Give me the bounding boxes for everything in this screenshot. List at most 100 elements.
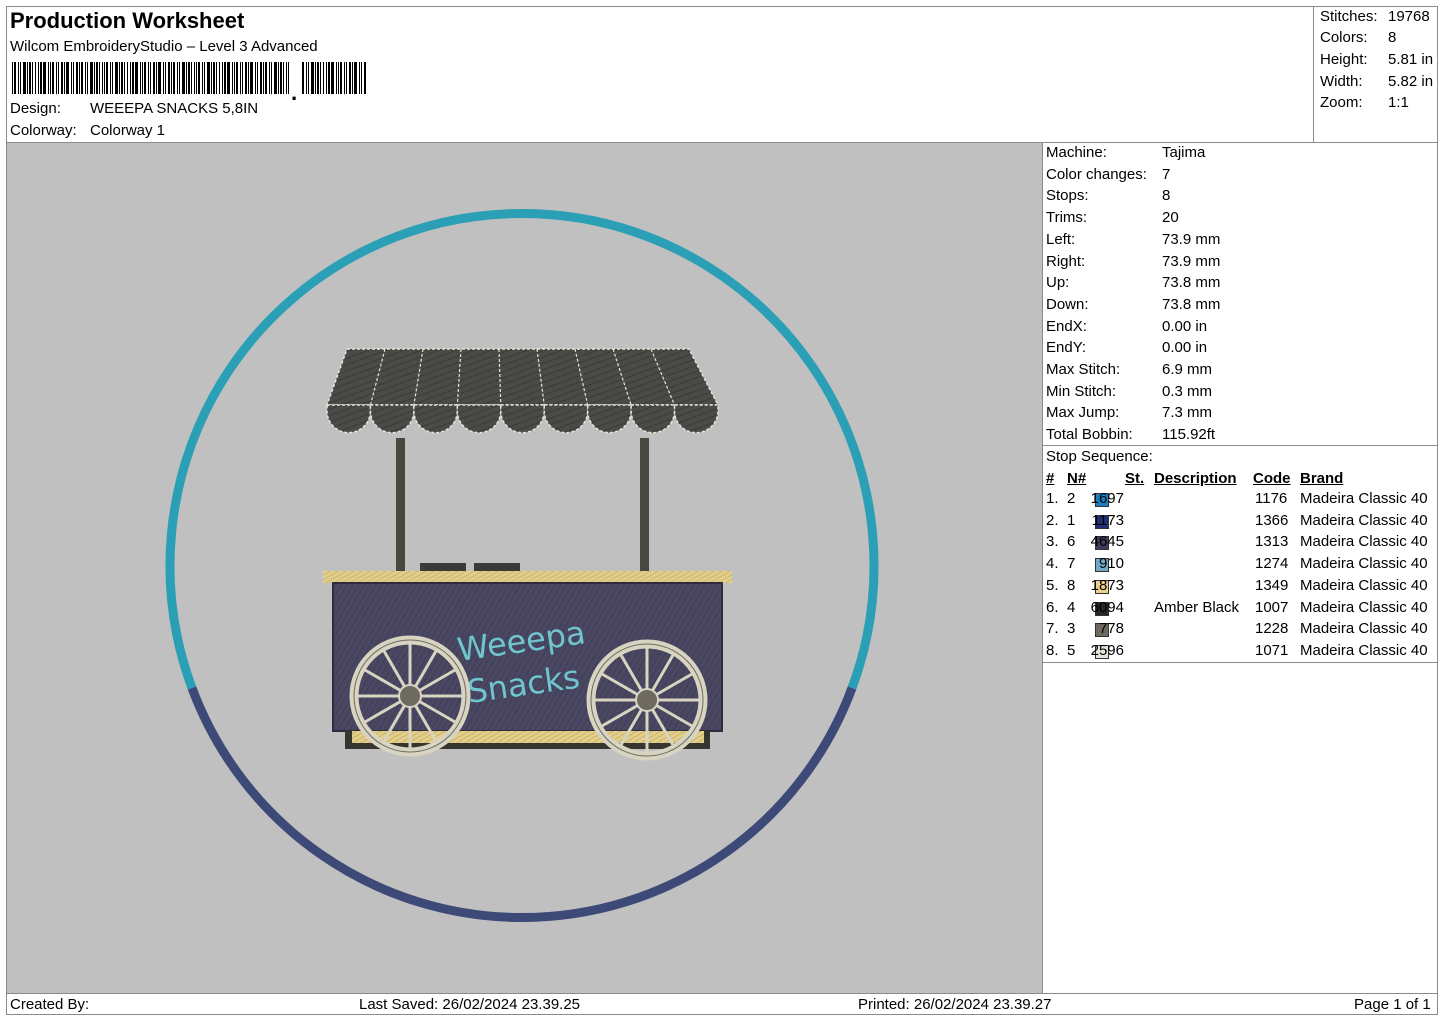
machine-info-value: 73.9 mm bbox=[1162, 230, 1221, 248]
stop-sequence-label: Stop Sequence: bbox=[1046, 448, 1153, 465]
machine-info-value: 73.8 mm bbox=[1162, 295, 1221, 313]
zoom-value: 1:1 bbox=[1388, 94, 1409, 111]
col-header-index: # bbox=[1046, 470, 1055, 487]
stop-needle: 3 bbox=[1067, 620, 1076, 638]
colorway-row: Colorway: Colorway 1 bbox=[10, 122, 410, 142]
stop-stitches: 1173 bbox=[1091, 511, 1124, 529]
stop-code: 1071 bbox=[1255, 641, 1289, 659]
machine-info-value: 0.3 mm bbox=[1162, 382, 1213, 400]
stop-needle: 7 bbox=[1067, 555, 1076, 573]
stop-sequence-row: 6. 4 6094 Amber Black 1007 Madeira Classic 40 bbox=[1043, 599, 1438, 620]
worksheet-footer: Created By: Last Saved: 26/02/2024 23.39… bbox=[6, 993, 1438, 1016]
machine-info-value: 0.00 in bbox=[1162, 317, 1208, 335]
awning-scallop bbox=[456, 404, 502, 434]
design-row: Design: WEEEPA SNACKS 5,8IN bbox=[10, 100, 410, 120]
machine-info-label: Machine: bbox=[1046, 144, 1107, 161]
stop-index: 8. bbox=[1046, 641, 1059, 659]
machine-info-label: Left: bbox=[1046, 230, 1076, 248]
stop-brand: Madeira Classic 40 bbox=[1300, 620, 1428, 638]
stop-index: 1. bbox=[1046, 490, 1059, 507]
cart-awning bbox=[325, 348, 720, 434]
stop-brand: Madeira Classic 40 bbox=[1300, 511, 1428, 529]
awning-scallop bbox=[673, 404, 719, 434]
col-header-stitches: St. bbox=[1125, 470, 1145, 487]
stop-index: 2. bbox=[1046, 511, 1059, 529]
machine-info-label: EndY: bbox=[1046, 339, 1087, 357]
col-header-brand: Brand bbox=[1300, 470, 1344, 487]
divider bbox=[1043, 662, 1438, 663]
machine-info-label: Color changes: bbox=[1046, 165, 1147, 183]
stop-stitches: 1873 bbox=[1090, 576, 1124, 594]
machine-info-label: Down: bbox=[1046, 295, 1089, 313]
stitches-value: 19768 bbox=[1388, 8, 1430, 25]
cart-wheel-left bbox=[349, 635, 471, 757]
stitches-label: Stitches: bbox=[1320, 8, 1378, 25]
cart-base-trim bbox=[352, 731, 704, 743]
barcode: , bbox=[12, 62, 366, 100]
stop-brand: Madeira Classic 40 bbox=[1300, 641, 1428, 659]
height-value: 5.81 in bbox=[1388, 51, 1434, 68]
stop-sequence-row: 8. 5 2596 1071 Madeira Classic 40 bbox=[1043, 642, 1438, 663]
col-header-needle: N# bbox=[1067, 470, 1087, 487]
colorway-label: Colorway: bbox=[10, 122, 77, 139]
stop-sequence-row: 2. 1 1173 1366 Madeira Classic 40 bbox=[1043, 512, 1438, 533]
stop-code: 1007 bbox=[1255, 598, 1289, 616]
stop-sequence-row: 7. 3 778 1228 Madeira Classic 40 bbox=[1043, 620, 1438, 641]
printed-date: Printed: 26/02/2024 23.39.27 bbox=[858, 996, 1052, 1013]
stop-index: 7. bbox=[1046, 620, 1059, 638]
stop-brand: Madeira Classic 40 bbox=[1300, 555, 1428, 573]
stop-index: 6. bbox=[1046, 598, 1059, 616]
machine-info-label: Max Jump: bbox=[1046, 404, 1120, 422]
stop-sequence-row: 3. 6 4645 1313 Madeira Classic 40 bbox=[1043, 533, 1438, 554]
stop-code: 1228 bbox=[1255, 620, 1289, 638]
design-summary: Stitches: 19768 Colors: 8 Height: 5.81 i… bbox=[1314, 6, 1438, 143]
machine-info-label: Total Bobbin: bbox=[1046, 426, 1133, 444]
stop-stitches: 910 bbox=[1098, 555, 1124, 573]
stop-index: 4. bbox=[1046, 555, 1059, 573]
cart-pole-right bbox=[640, 438, 649, 578]
machine-info-value: 20 bbox=[1162, 209, 1179, 227]
stop-stitches: 6094 bbox=[1090, 598, 1124, 616]
stop-index: 3. bbox=[1046, 533, 1059, 551]
zoom-label: Zoom: bbox=[1320, 94, 1363, 111]
machine-info-value: 73.9 mm bbox=[1162, 252, 1221, 270]
stop-needle: 8 bbox=[1067, 576, 1076, 594]
worksheet-header: Production Worksheet Wilcom EmbroiderySt… bbox=[6, 6, 1314, 143]
colors-value: 8 bbox=[1388, 29, 1397, 46]
last-saved: Last Saved: 26/02/2024 23.39.25 bbox=[359, 996, 581, 1013]
software-name: Wilcom EmbroideryStudio – Level 3 Advanc… bbox=[10, 38, 318, 55]
stop-sequence-row: 4. 7 910 1274 Madeira Classic 40 bbox=[1043, 555, 1438, 576]
machine-info-label: Up: bbox=[1046, 274, 1070, 292]
cart-counter-trim bbox=[323, 571, 732, 583]
stop-brand: Madeira Classic 40 bbox=[1300, 576, 1428, 594]
machine-info-value: 0.00 in bbox=[1162, 339, 1208, 357]
stop-brand: Madeira Classic 40 bbox=[1300, 490, 1428, 507]
width-label: Width: bbox=[1320, 73, 1363, 90]
stop-stitches: 4645 bbox=[1090, 533, 1124, 551]
awning-scallop bbox=[630, 404, 676, 434]
svg-text:,: , bbox=[291, 80, 297, 100]
design-preview-canvas: Weeepa Snacks bbox=[7, 143, 1043, 993]
stop-sequence-row: 5. 8 1873 1349 Madeira Classic 40 bbox=[1043, 577, 1438, 598]
created-by: Created By: bbox=[10, 996, 90, 1013]
height-label: Height: bbox=[1320, 51, 1368, 68]
embroidery-design: Weeepa Snacks bbox=[165, 209, 879, 922]
machine-info-value: 115.92ft bbox=[1162, 426, 1216, 444]
colors-label: Colors: bbox=[1320, 29, 1368, 46]
machine-info-value: 7.3 mm bbox=[1162, 404, 1213, 422]
design-value: WEEEPA SNACKS 5,8IN bbox=[90, 100, 259, 117]
col-header-code: Code bbox=[1253, 470, 1291, 487]
stop-stitches: 778 bbox=[1098, 620, 1124, 638]
stop-code: 1274 bbox=[1255, 555, 1289, 573]
awning-scallop bbox=[586, 404, 632, 434]
awning-scallop bbox=[326, 404, 372, 434]
stop-needle: 5 bbox=[1067, 641, 1076, 659]
stop-brand: Madeira Classic 40 bbox=[1300, 598, 1428, 616]
stop-needle: 1 bbox=[1067, 511, 1076, 529]
machine-info-value: 8 bbox=[1162, 187, 1171, 205]
stop-brand: Madeira Classic 40 bbox=[1300, 533, 1428, 551]
stop-index: 5. bbox=[1046, 576, 1059, 594]
machine-info-label: EndX: bbox=[1046, 317, 1087, 335]
divider bbox=[1043, 445, 1438, 446]
col-header-description: Description bbox=[1154, 470, 1237, 487]
